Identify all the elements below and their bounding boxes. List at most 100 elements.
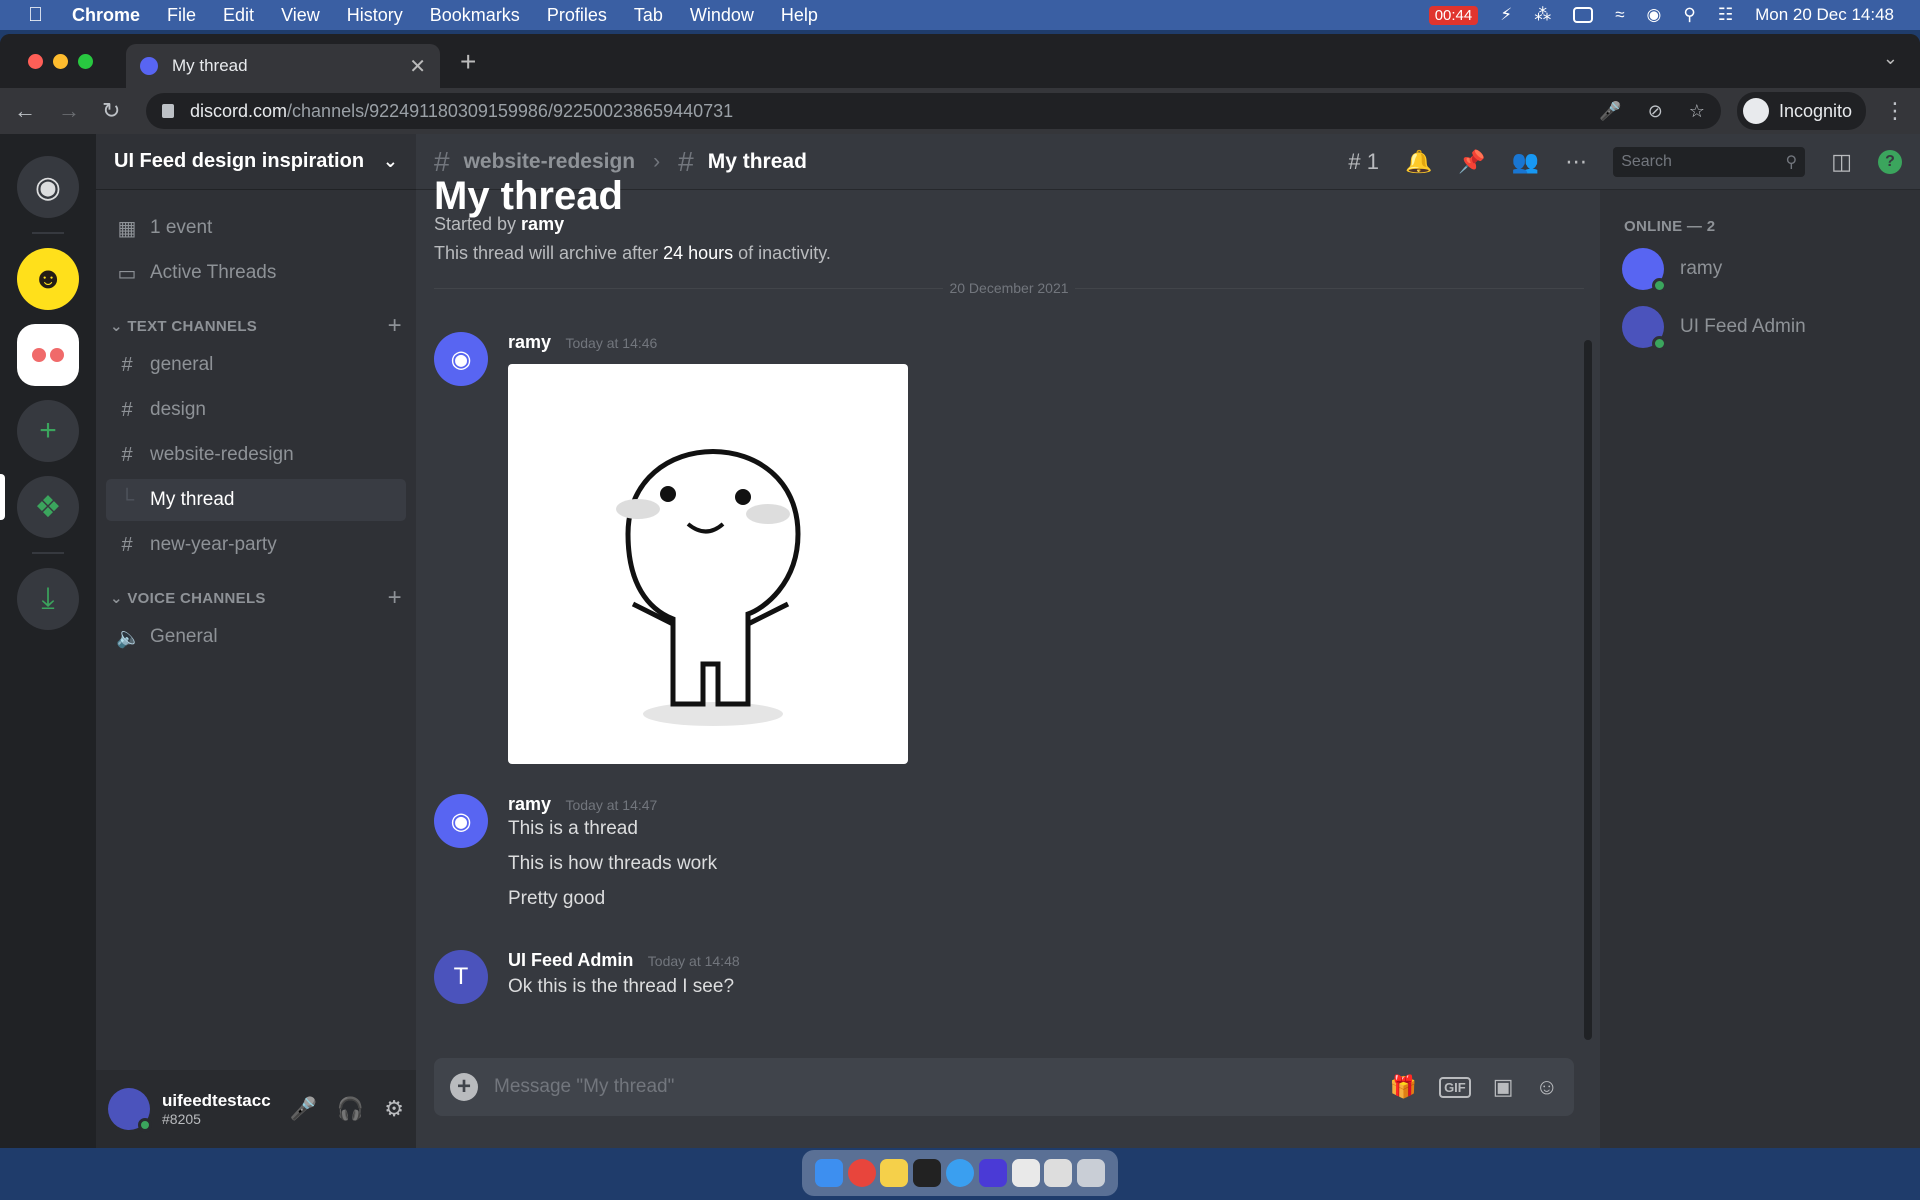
wifi-icon[interactable]: ≈ (1615, 5, 1624, 25)
inbox-icon[interactable]: ◫ (1831, 149, 1852, 175)
menu-file[interactable]: File (167, 5, 196, 26)
threads-button[interactable]: # 1 (1348, 149, 1379, 175)
sidebar-item-events[interactable]: ▦ 1 event (106, 207, 406, 249)
asana-server-icon[interactable] (17, 324, 79, 386)
avatar[interactable] (108, 1088, 152, 1132)
zoom-window-button[interactable] (78, 53, 93, 69)
menu-app[interactable]: Chrome (72, 5, 140, 26)
channel-design[interactable]: # design (106, 389, 406, 431)
more-options-icon[interactable]: ⋯ (1565, 149, 1587, 175)
minimize-window-button[interactable] (53, 53, 68, 69)
terminal-icon[interactable] (913, 1159, 942, 1187)
menu-bookmarks[interactable]: Bookmarks (430, 5, 520, 26)
search-input[interactable]: Search ⚲ (1613, 146, 1806, 177)
bolt-app-icon[interactable] (978, 1159, 1007, 1187)
close-tab-icon[interactable]: ✕ (409, 54, 426, 79)
parent-channel-link[interactable]: website-redesign (464, 150, 636, 174)
safari-icon[interactable] (945, 1159, 974, 1187)
tab-search-chevron-icon[interactable]: ⌄ (1883, 48, 1898, 69)
menu-tab[interactable]: Tab (634, 5, 663, 26)
screenshot-icon[interactable] (1044, 1159, 1073, 1187)
back-icon[interactable]: ← (14, 98, 36, 124)
avatar[interactable]: ◉ (434, 794, 488, 848)
message-author[interactable]: ramy (508, 794, 551, 814)
menu-edit[interactable]: Edit (223, 5, 254, 26)
reload-icon[interactable]: ↻ (102, 98, 120, 124)
control-center-icon[interactable]: ☷ (1718, 5, 1733, 25)
close-window-button[interactable] (28, 53, 43, 69)
address-bar[interactable]: discord.com/channels/922491180309159986/… (146, 93, 1721, 129)
explore-servers-icon[interactable]: ❖ (17, 476, 79, 538)
incognito-badge[interactable]: Incognito (1736, 92, 1866, 130)
recording-timer[interactable]: 00:44 (1428, 5, 1479, 25)
menu-history[interactable]: History (347, 5, 403, 26)
headphones-icon[interactable]: 🎧 (337, 1096, 364, 1122)
mailchimp-server-icon[interactable]: ☻ (17, 248, 79, 310)
bolt-icon[interactable]: ⚡ (1500, 5, 1512, 25)
menu-view[interactable]: View (281, 5, 320, 26)
gear-icon[interactable]: ⚙ (384, 1096, 404, 1122)
member-item[interactable]: UI Feed Admin (1600, 303, 1920, 351)
channel-general[interactable]: # general (106, 344, 406, 386)
trash-icon[interactable] (1077, 1159, 1106, 1187)
help-icon[interactable]: ? (1878, 149, 1902, 174)
chrome-menu-icon[interactable]: ⋮ (1884, 98, 1906, 124)
member-item[interactable]: ramy (1600, 245, 1920, 293)
chrome-icon[interactable] (847, 1159, 876, 1187)
create-channel-icon[interactable]: + (388, 312, 402, 340)
document-icon[interactable] (1011, 1159, 1040, 1187)
message-author[interactable]: ramy (508, 332, 551, 352)
menu-profiles[interactable]: Profiles (547, 5, 607, 26)
spotlight-search-icon[interactable]: ⚲ (1683, 5, 1695, 25)
new-tab-button[interactable]: + (460, 46, 476, 78)
menu-help[interactable]: Help (781, 5, 818, 26)
category-text-channels[interactable]: ⌄ TEXT CHANNELS + (110, 312, 402, 340)
bookmark-star-icon[interactable]: ☆ (1689, 101, 1705, 122)
microphone-icon[interactable]: 🎤 (289, 1096, 316, 1122)
channel-website-redesign[interactable]: # website-redesign (106, 434, 406, 476)
microphone-icon[interactable]: 🎤 (1599, 101, 1621, 122)
create-channel-icon[interactable]: + (388, 584, 402, 612)
eye-slash-icon[interactable]: ⊘ (1648, 101, 1663, 122)
discord-home-icon[interactable]: ◉ (17, 156, 79, 218)
message-author[interactable]: UI Feed Admin (508, 950, 633, 970)
user-icon[interactable]: ◉ (1647, 5, 1662, 25)
finder-icon[interactable] (814, 1159, 843, 1187)
notes-icon[interactable] (880, 1159, 909, 1187)
thread-my-thread[interactable]: └ My thread (106, 479, 406, 521)
upload-plus-icon[interactable]: + (450, 1073, 478, 1101)
avatar[interactable]: T (434, 950, 488, 1004)
message-input[interactable] (494, 1076, 1390, 1098)
lock-icon[interactable] (162, 104, 174, 118)
menu-window[interactable]: Window (690, 5, 754, 26)
apple-icon[interactable]:  (28, 4, 50, 27)
forward-icon[interactable]: → (58, 98, 80, 124)
bell-icon[interactable]: 🔔 (1405, 149, 1432, 175)
voice-channel-general[interactable]: 🔈 General (106, 616, 406, 658)
avatar[interactable]: ◉ (434, 332, 488, 386)
battery-icon[interactable] (1573, 7, 1594, 23)
sticker-image[interactable] (508, 364, 908, 764)
starter-name[interactable]: ramy (521, 214, 564, 234)
bluetooth-icon[interactable]: ⁂ (1534, 5, 1551, 25)
sticker-icon[interactable]: ▣ (1493, 1074, 1514, 1100)
scrollbar[interactable] (1584, 340, 1592, 1040)
gift-icon[interactable]: 🎁 (1390, 1074, 1417, 1100)
download-apps-icon[interactable]: ⤓ (17, 568, 79, 630)
archive-duration[interactable]: 24 hours (663, 243, 733, 263)
pin-icon[interactable]: 📌 (1458, 149, 1485, 175)
sidebar-item-active-threads[interactable]: ▭ Active Threads (106, 252, 406, 294)
members-icon[interactable]: 👥 (1512, 149, 1539, 175)
chat-body: My thread Started by ramy This thread wi… (416, 174, 1920, 1148)
browser-tab[interactable]: My thread ✕ (126, 44, 440, 88)
threads-icon: ▭ (117, 262, 137, 285)
menubar-datetime[interactable]: Mon 20 Dec 14:48 (1755, 5, 1894, 25)
channel-new-year-party[interactable]: # new-year-party (106, 524, 406, 566)
add-server-icon[interactable]: + (17, 400, 79, 462)
category-voice-channels[interactable]: ⌄ VOICE CHANNELS + (110, 584, 402, 612)
emoji-icon[interactable]: ☺ (1536, 1074, 1558, 1100)
gif-button[interactable]: GIF (1439, 1076, 1471, 1098)
user-info[interactable]: uifeedtestacc #8205 (162, 1091, 271, 1127)
omnibox-icons: 🎤 ⊘ ☆ (1599, 101, 1705, 122)
server-header[interactable]: UI Feed design inspiration ⌄ (96, 134, 416, 190)
